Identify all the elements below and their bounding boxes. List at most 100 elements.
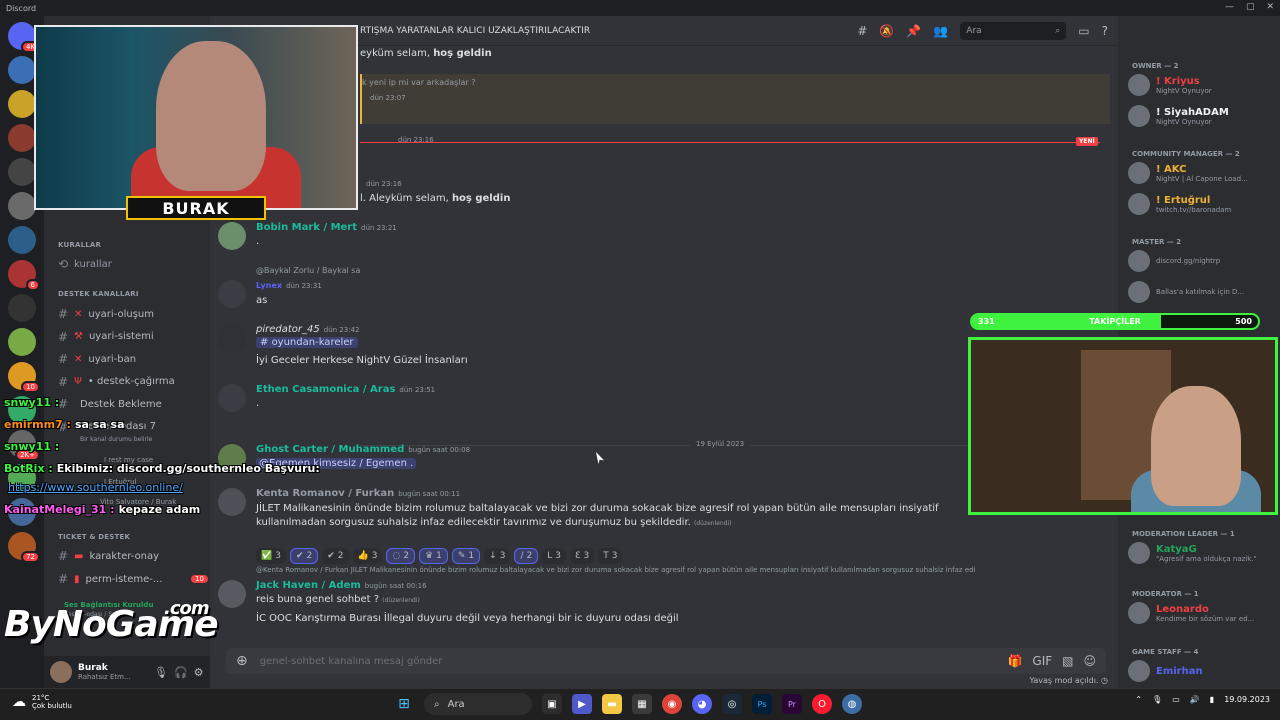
channel-item[interactable]: # Destek Bekleme [58,395,208,413]
message-author[interactable]: Jack Haven / Adem [256,580,361,591]
reaction-button[interactable]: ◌ 2 [386,548,416,564]
channel-item[interactable]: # Ψ • destek-çağırma [58,373,208,391]
avatar[interactable] [1128,162,1150,184]
taskbar-search[interactable]: ⌕ Ara [424,693,532,715]
channel-item[interactable]: # ▮ perm-isteme-... 10 [58,570,208,588]
server-icon[interactable] [8,328,36,356]
sticker-icon[interactable]: ▧ [1062,654,1073,668]
channel-mention[interactable]: # oyundan-kareler [256,337,358,348]
reply-preview[interactable]: @Baykal Zorlu / Baykal sa [256,266,360,275]
message-author[interactable]: Lynex [256,281,282,290]
reaction-button[interactable]: ✅ 3 [256,548,286,564]
search-input[interactable]: Ara ⌕ [960,22,1067,40]
mute-icon[interactable]: 🔕 [879,24,894,38]
gear-icon[interactable]: ⚙ [194,666,204,679]
taskview-icon[interactable]: ▣ [542,694,562,714]
threads-icon[interactable]: # [857,24,867,38]
windows-start-icon[interactable]: ⊞ [394,694,414,714]
minimize-button[interactable]: — [1225,2,1234,12]
reaction-button[interactable]: ✔ 2 [322,548,349,564]
emoji-icon[interactable]: ☺ [1083,654,1096,668]
message-author[interactable]: Ethen Casamonica / Aras [256,384,395,395]
message-author[interactable]: Bobin Mark / Mert [256,222,357,233]
server-icon[interactable] [8,90,36,118]
avatar[interactable] [218,324,246,352]
member-item[interactable]: Ballas'a katılmak için D... [1128,281,1278,303]
avatar[interactable] [1128,193,1150,215]
reaction-button[interactable]: ✎ 1 [451,548,481,564]
store-icon[interactable]: ▦ [632,694,652,714]
avatar[interactable] [1128,74,1150,96]
avatar[interactable] [1128,250,1150,272]
member-item[interactable]: KatyaG "Agresif ama oldukça nazik." [1128,542,1278,564]
pin-icon[interactable]: 📌 [906,24,921,38]
reaction-button[interactable]: 👍 3 [352,548,383,564]
server-icon[interactable] [8,158,36,186]
network-icon[interactable]: ▭ [1172,695,1180,704]
battery-icon[interactable]: ▮ [1210,695,1214,704]
server-icon[interactable] [8,226,36,254]
member-item[interactable]: Leonardo Kendime bir sözüm var ed... [1128,602,1278,624]
discord-icon[interactable]: ◕ [692,694,712,714]
member-item[interactable]: ! Kriyus NightV Oynuyor [1128,74,1278,96]
microphone-icon[interactable]: 🎙 [154,666,168,679]
message-author[interactable]: Ghost Carter / Muhammed [256,444,404,455]
avatar[interactable] [218,384,246,412]
reaction-button[interactable]: L3 [542,548,566,564]
microphone-icon[interactable]: 🎙 [1152,695,1162,704]
premiere-icon[interactable]: Pr [782,694,802,714]
tray-date[interactable]: 19.09.2023 [1224,695,1270,704]
reaction-button[interactable]: ♛ 1 [419,548,448,564]
avatar[interactable] [218,280,246,308]
server-icon[interactable] [8,56,36,84]
inbox-icon[interactable]: ▭ [1078,24,1089,38]
category-rules[interactable]: KURALLAR [44,241,115,249]
close-button[interactable]: ✕ [1266,2,1274,12]
explorer-icon[interactable]: ▬ [602,694,622,714]
reply-preview[interactable]: @Kenta Romanov / Furkan JİLET Malikanesi… [256,566,1056,574]
message-author[interactable]: Kenta Romanov / Furkan [256,488,394,499]
server-icon[interactable] [8,294,36,322]
avatar[interactable] [1128,660,1150,682]
server-icon[interactable] [8,192,36,220]
channel-item[interactable]: # ✕ uyari-ban [58,350,208,368]
server-icon[interactable] [8,124,36,152]
gif-icon[interactable]: GIF [1032,654,1052,668]
gift-icon[interactable]: 🎁 [1007,654,1022,668]
add-attachment-icon[interactable]: ⊕ [236,653,248,669]
channel-kurallar[interactable]: ⟲ kurallar [58,255,208,273]
server-icon[interactable]: 6 [8,260,40,291]
reaction-button[interactable]: /2 [514,548,539,564]
home-button[interactable]: 4K [8,22,40,53]
maximize-button[interactable]: ▢ [1246,2,1255,12]
avatar[interactable] [1128,542,1150,564]
reaction-button[interactable]: Ɛ3 [569,548,595,564]
avatar[interactable] [50,661,72,683]
server-icon[interactable]: 10 [8,362,40,393]
category-ticket[interactable]: TICKET & DESTEK [44,533,144,541]
chevron-up-icon[interactable]: ⌃ [1135,695,1142,704]
photoshop-icon[interactable]: Ps [752,694,772,714]
avatar[interactable] [1128,602,1150,624]
server-icon[interactable]: 72 [8,532,40,563]
chat-icon[interactable]: ▶ [572,694,592,714]
member-item[interactable]: ! AKC NightV | Al Capone Load... [1128,162,1278,184]
members-icon[interactable]: 👥 [933,24,948,38]
chrome-icon[interactable]: ◉ [662,694,682,714]
reaction-button[interactable]: ✔ 2 [289,548,319,564]
channel-item[interactable]: # ▬ karakter-onay [58,547,208,565]
reaction-button[interactable]: ↓ 3 [484,548,511,564]
steam-icon[interactable]: ◎ [722,694,742,714]
opera-icon[interactable]: O [812,694,832,714]
member-item[interactable]: Emirhan [1128,660,1278,682]
category-support[interactable]: DESTEK KANALLARI [44,290,153,298]
reaction-button[interactable]: T3 [598,548,623,564]
channel-item[interactable]: # ⚒ uyari-sistemi [58,328,208,346]
help-icon[interactable]: ? [1102,24,1108,38]
member-item[interactable]: discord.gg/nightrp [1128,250,1278,272]
weather-widget[interactable]: ☁ 21°C Çok bulutlu [12,694,72,710]
message-author[interactable]: piredator_45 [256,324,320,335]
avatar[interactable] [218,488,246,516]
avatar[interactable] [1128,281,1150,303]
app-icon[interactable]: ◍ [842,694,862,714]
